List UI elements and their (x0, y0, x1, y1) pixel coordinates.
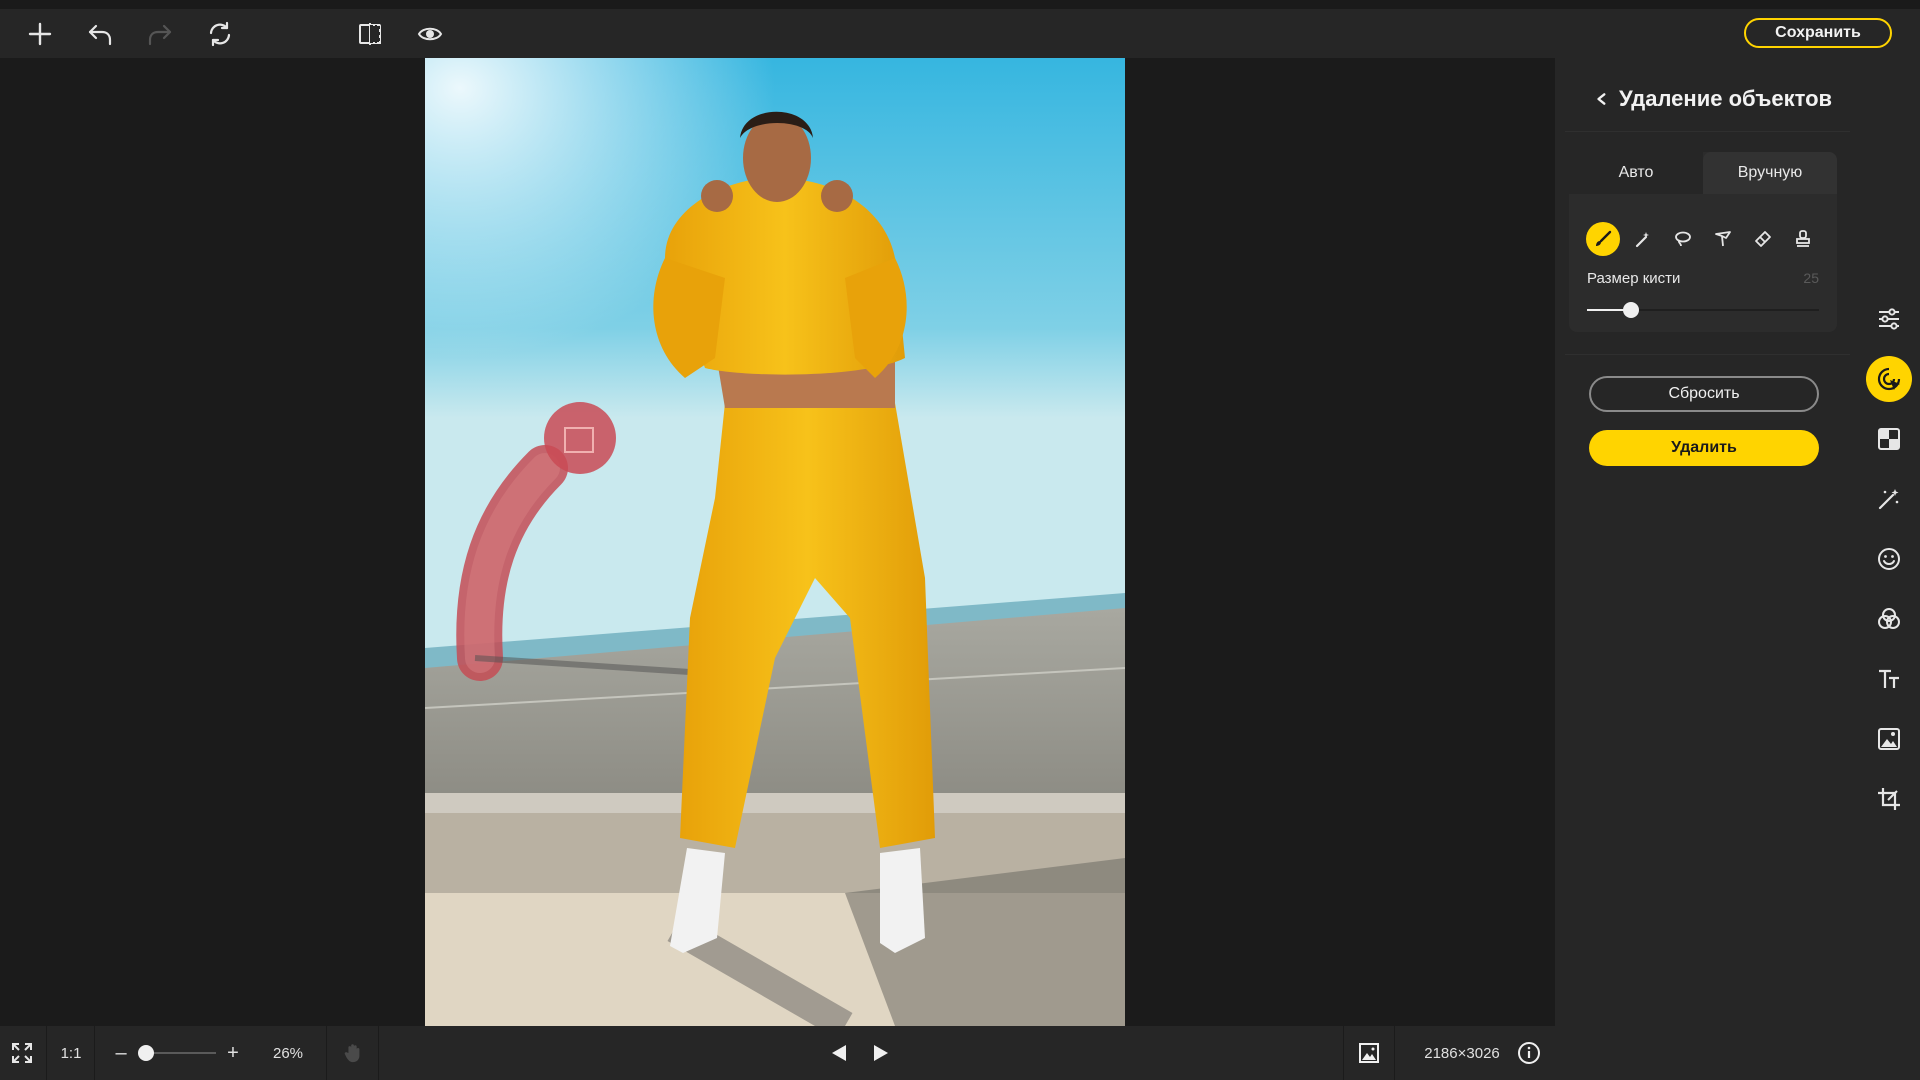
photo-image[interactable] (425, 58, 1125, 1026)
top-toolbar: Сохранить (0, 0, 1920, 59)
zoom-slider-knob[interactable] (138, 1045, 154, 1061)
ratio-1-1-button[interactable]: 1:1 (48, 1026, 94, 1080)
object-removal-panel: Удаление объектов Авто Вручную Размер ки… (1555, 58, 1855, 1080)
tools-box: Авто Вручную Размер кисти 25 (1569, 152, 1837, 332)
image-dimensions: 2186×3026 (1424, 1044, 1500, 1062)
info-button[interactable] (1514, 1026, 1544, 1080)
brush-size-slider-knob[interactable] (1623, 302, 1640, 318)
compare-icon (359, 23, 381, 45)
redo-button[interactable] (144, 18, 176, 50)
add-icon (28, 22, 52, 46)
canvas-area[interactable] (0, 58, 1555, 1026)
triangle-right-icon (874, 1045, 888, 1061)
rail-color-filters[interactable] (1866, 596, 1912, 642)
rail-adjustments[interactable] (1866, 296, 1912, 342)
image-icon (1878, 728, 1900, 750)
separator (1394, 1026, 1395, 1080)
save-button[interactable]: Сохранить (1744, 18, 1892, 48)
compare-button[interactable] (354, 18, 386, 50)
magic-wand-tool[interactable] (1626, 222, 1660, 256)
reset-icon (209, 21, 231, 47)
lasso-tool[interactable] (1666, 222, 1700, 256)
magic-wand-icon (1635, 232, 1649, 248)
lasso-icon (1675, 231, 1691, 247)
stamp-tool[interactable] (1786, 222, 1820, 256)
undo-button[interactable] (84, 18, 116, 50)
tab-manual[interactable]: Вручную (1703, 152, 1837, 194)
preview-icon (417, 27, 443, 41)
crop-icon (1878, 788, 1900, 810)
rail-object-removal[interactable] (1866, 356, 1912, 402)
bottom-bar: 1:1 – + 26% 2186×3026 (0, 1026, 1555, 1080)
next-image-button[interactable] (868, 1026, 894, 1080)
rail-background[interactable] (1866, 416, 1912, 462)
preview-button[interactable] (414, 18, 446, 50)
add-button[interactable] (24, 18, 56, 50)
title-strip (0, 0, 1920, 9)
eraser-icon (1755, 231, 1771, 247)
zoom-out-button[interactable]: – (110, 1026, 132, 1080)
separator (46, 1026, 47, 1080)
color-filters-icon (1878, 608, 1900, 629)
delete-objects-button[interactable]: Удалить (1589, 430, 1819, 466)
brush-tool[interactable] (1586, 222, 1620, 256)
divider (1565, 354, 1850, 355)
rail-magic-retouch[interactable] (1866, 476, 1912, 522)
image-info-button[interactable] (1352, 1026, 1386, 1080)
rail-face-retouch[interactable] (1866, 536, 1912, 582)
reset-selection-button[interactable]: Сбросить (1589, 376, 1819, 412)
eraser-tool[interactable] (1746, 222, 1780, 256)
panel-title: Удаление объектов (1619, 86, 1833, 111)
redo-icon (148, 24, 172, 46)
face-icon (1878, 548, 1900, 570)
fullscreen-icon (12, 1043, 32, 1063)
undo-icon (88, 24, 112, 46)
photo-canvas[interactable] (425, 58, 1125, 1026)
text-icon (1879, 669, 1899, 688)
magic-retouch-icon (1878, 489, 1899, 510)
image-icon (1359, 1043, 1379, 1063)
reset-button[interactable] (204, 18, 236, 50)
rail-image-overlay[interactable] (1866, 716, 1912, 762)
info-icon (1518, 1042, 1540, 1064)
polygon-lasso-tool[interactable] (1706, 222, 1740, 256)
brush-icon (1596, 230, 1612, 246)
rail-text[interactable] (1866, 656, 1912, 702)
tool-rail (1855, 58, 1920, 1080)
adjust-sliders-icon (1879, 308, 1899, 330)
brush-size-value: 25 (1803, 270, 1819, 286)
tab-auto[interactable]: Авто (1569, 152, 1703, 194)
zoom-in-button[interactable]: + (222, 1026, 244, 1080)
divider (1565, 131, 1850, 132)
rail-crop[interactable] (1866, 776, 1912, 822)
separator (326, 1026, 327, 1080)
zoom-value: 26% (272, 1044, 304, 1062)
separator (378, 1026, 379, 1080)
triangle-left-icon (832, 1045, 846, 1061)
stamp-icon (1796, 230, 1810, 247)
brush-size-label: Размер кисти (1587, 270, 1681, 287)
object-removal-icon (1877, 367, 1901, 391)
panel-header[interactable]: Удаление объектов (1595, 86, 1832, 112)
hand-tool-button[interactable] (336, 1026, 370, 1080)
separator (1343, 1026, 1344, 1080)
fit-screen-button[interactable] (0, 1026, 44, 1080)
background-icon (1878, 428, 1900, 450)
hand-icon (344, 1044, 360, 1063)
chevron-left-icon[interactable] (1595, 92, 1609, 106)
previous-image-button[interactable] (826, 1026, 852, 1080)
separator (94, 1026, 95, 1080)
polygon-lasso-icon (1715, 231, 1731, 247)
